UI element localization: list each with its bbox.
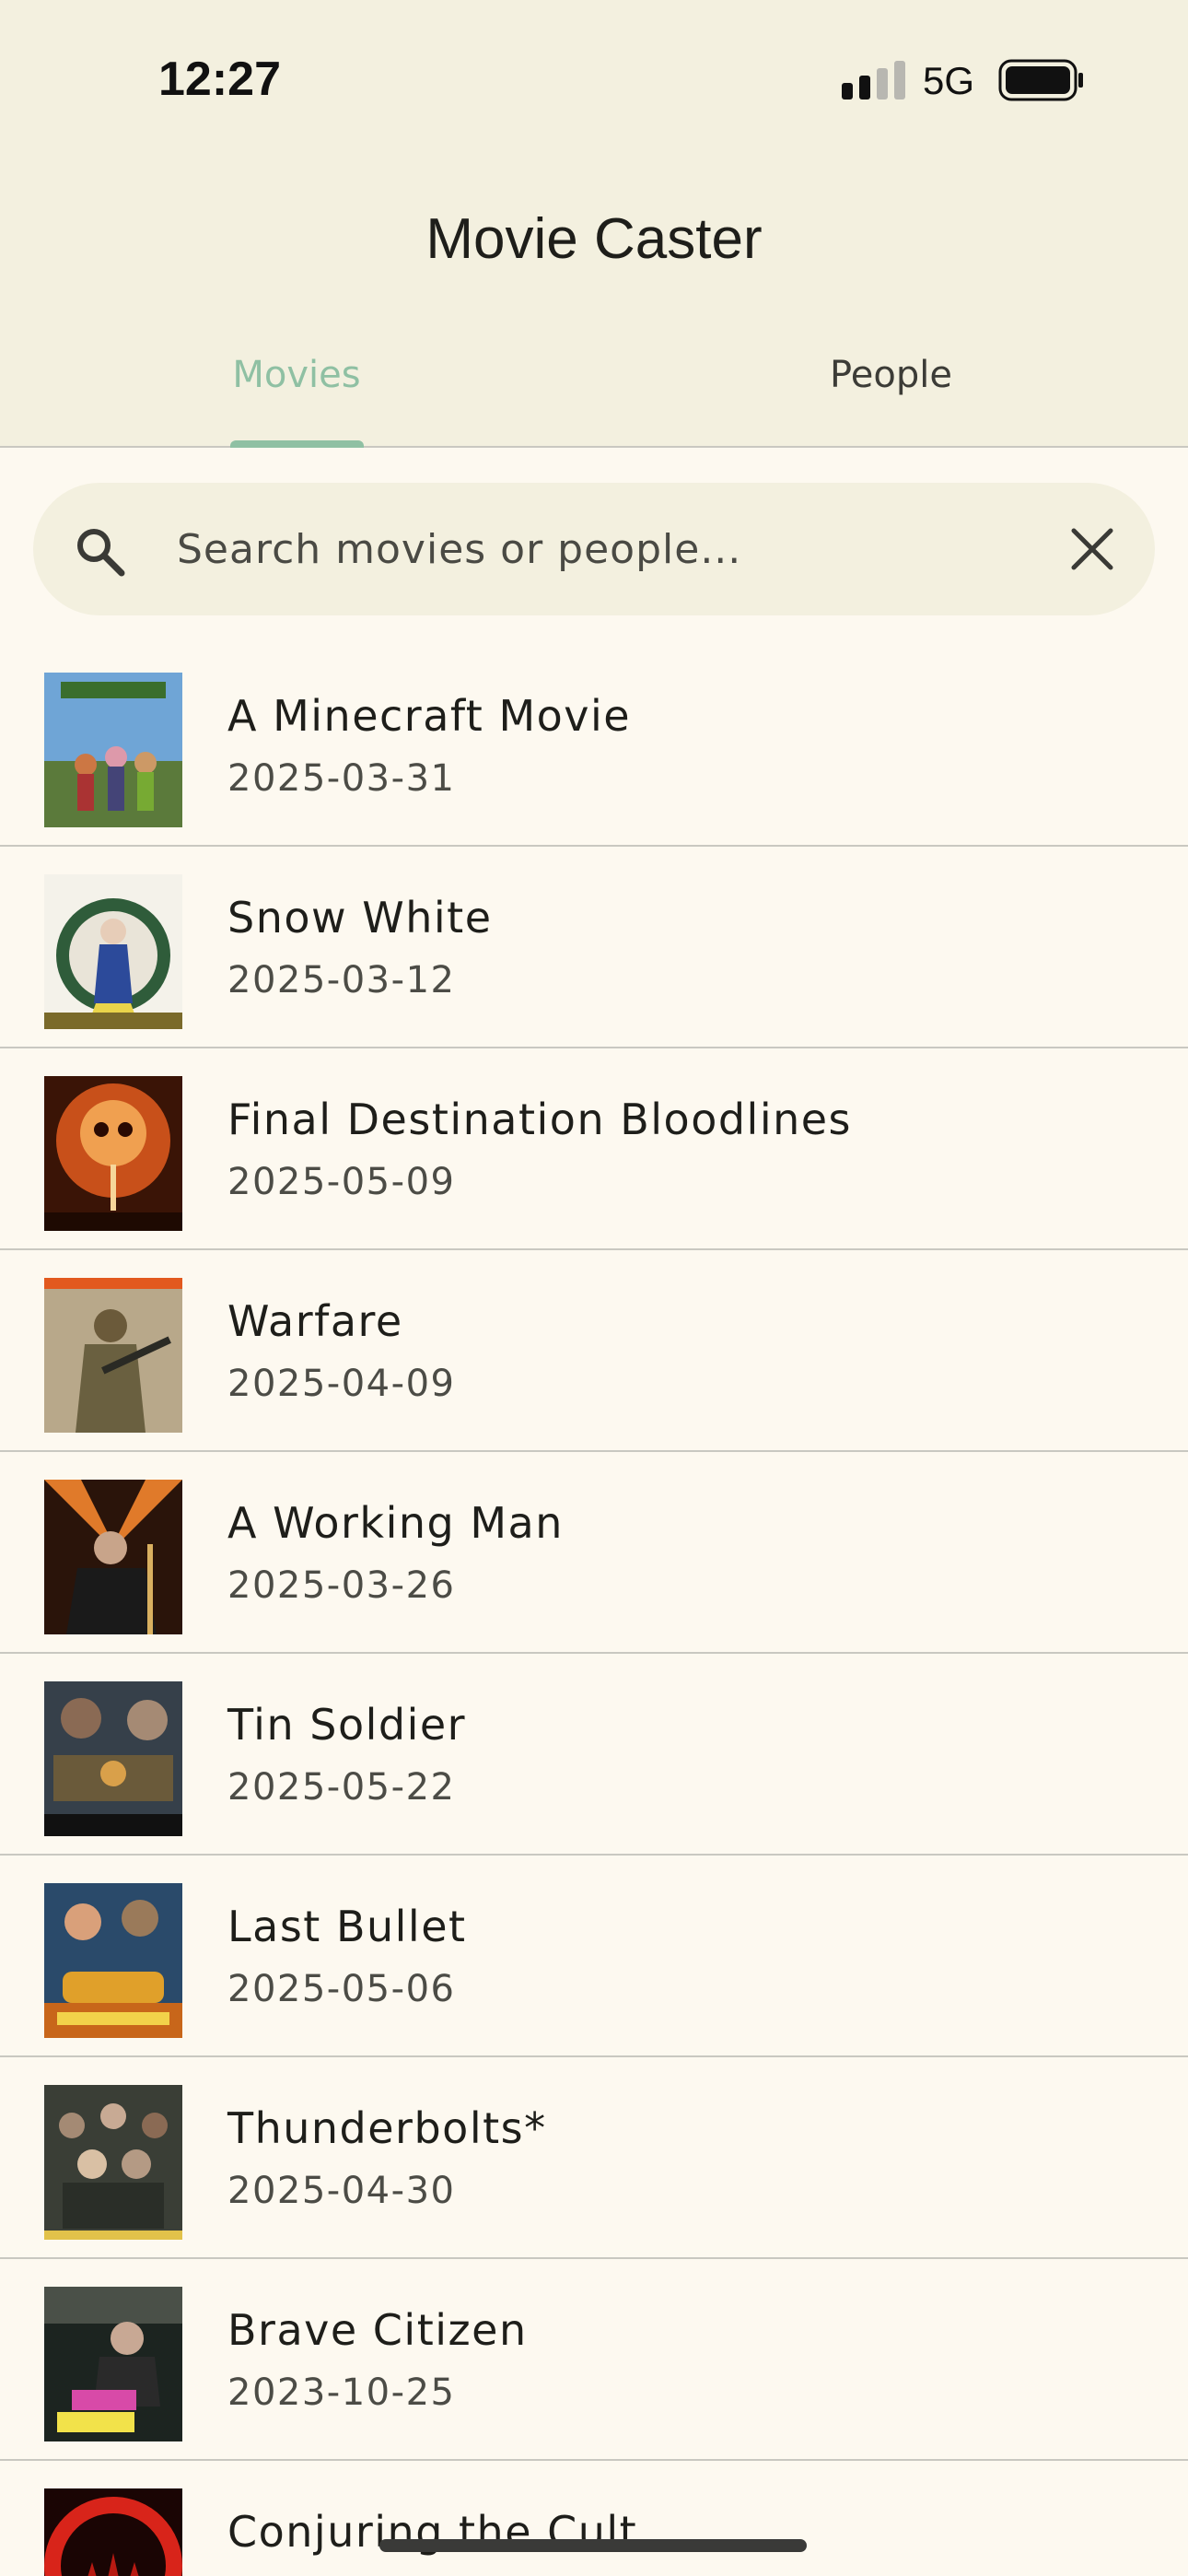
release-date: 2025-04-09: [227, 1363, 456, 1405]
movie-title: Last Bullet: [227, 1902, 467, 1951]
status-time: 12:27: [158, 53, 281, 106]
movie-title: A Minecraft Movie: [227, 691, 632, 741]
movie-title: Tin Soldier: [227, 1700, 467, 1750]
movie-list: A Minecraft Movie 2025-03-31 Snow White …: [0, 645, 1188, 2576]
release-date: 2025-04-30: [227, 2170, 456, 2212]
movie-poster: [44, 1076, 182, 1231]
movie-poster: [44, 2287, 182, 2441]
app-header: 12:27 5G Movie Caster Movies People: [0, 0, 1188, 448]
release-date: 2025-05-22: [227, 1766, 456, 1809]
release-date: 2023-10-25: [227, 2371, 456, 2414]
battery-icon: [998, 59, 1083, 101]
movie-row[interactable]: Final Destination Bloodlines 2025-05-09: [0, 1048, 1188, 1250]
movie-row[interactable]: Conjuring the Cult: [0, 2461, 1188, 2576]
movie-row[interactable]: Tin Soldier 2025-05-22: [0, 1654, 1188, 1856]
home-indicator[interactable]: [379, 2539, 807, 2552]
search-bar: [33, 483, 1155, 615]
movie-row[interactable]: Snow White 2025-03-12: [0, 847, 1188, 1048]
search-icon: [77, 529, 125, 577]
active-tab-indicator: [230, 440, 364, 448]
movie-row[interactable]: A Minecraft Movie 2025-03-31: [0, 645, 1188, 847]
movie-row[interactable]: Thunderbolts* 2025-04-30: [0, 2057, 1188, 2259]
movie-poster: [44, 1278, 182, 1433]
release-date: 2025-03-26: [227, 1564, 456, 1607]
movie-title: Thunderbolts*: [227, 2103, 547, 2153]
tab-people[interactable]: People: [594, 354, 1188, 396]
movie-title: Final Destination Bloodlines: [227, 1095, 853, 1144]
release-date: 2025-03-12: [227, 959, 456, 1001]
movie-poster: [44, 1480, 182, 1634]
movie-row[interactable]: Brave Citizen 2023-10-25: [0, 2259, 1188, 2461]
movie-row[interactable]: Last Bullet 2025-05-06: [0, 1856, 1188, 2057]
release-date: 2025-05-06: [227, 1968, 456, 2010]
movie-title: Snow White: [227, 893, 493, 943]
movie-poster: [44, 874, 182, 1029]
movie-title: A Working Man: [227, 1498, 564, 1548]
app-title: Movie Caster: [425, 207, 763, 271]
network-type: 5G: [923, 59, 975, 102]
movie-poster: [44, 2488, 182, 2576]
movie-poster: [44, 1681, 182, 1836]
movie-title: Brave Citizen: [227, 2305, 528, 2355]
movie-poster: [44, 1883, 182, 2038]
release-date: 2025-05-09: [227, 1161, 456, 1203]
close-icon[interactable]: [1068, 525, 1116, 573]
movie-poster: [44, 673, 182, 827]
movie-poster: [44, 2085, 182, 2240]
movie-title: Warfare: [227, 1296, 403, 1346]
search-input[interactable]: [177, 516, 1024, 582]
cellular-signal-icon: [842, 61, 905, 100]
release-date: 2025-03-31: [227, 757, 456, 800]
tab-movies[interactable]: Movies: [0, 354, 593, 396]
movie-row[interactable]: A Working Man 2025-03-26: [0, 1452, 1188, 1654]
movie-row[interactable]: Warfare 2025-04-09: [0, 1250, 1188, 1452]
